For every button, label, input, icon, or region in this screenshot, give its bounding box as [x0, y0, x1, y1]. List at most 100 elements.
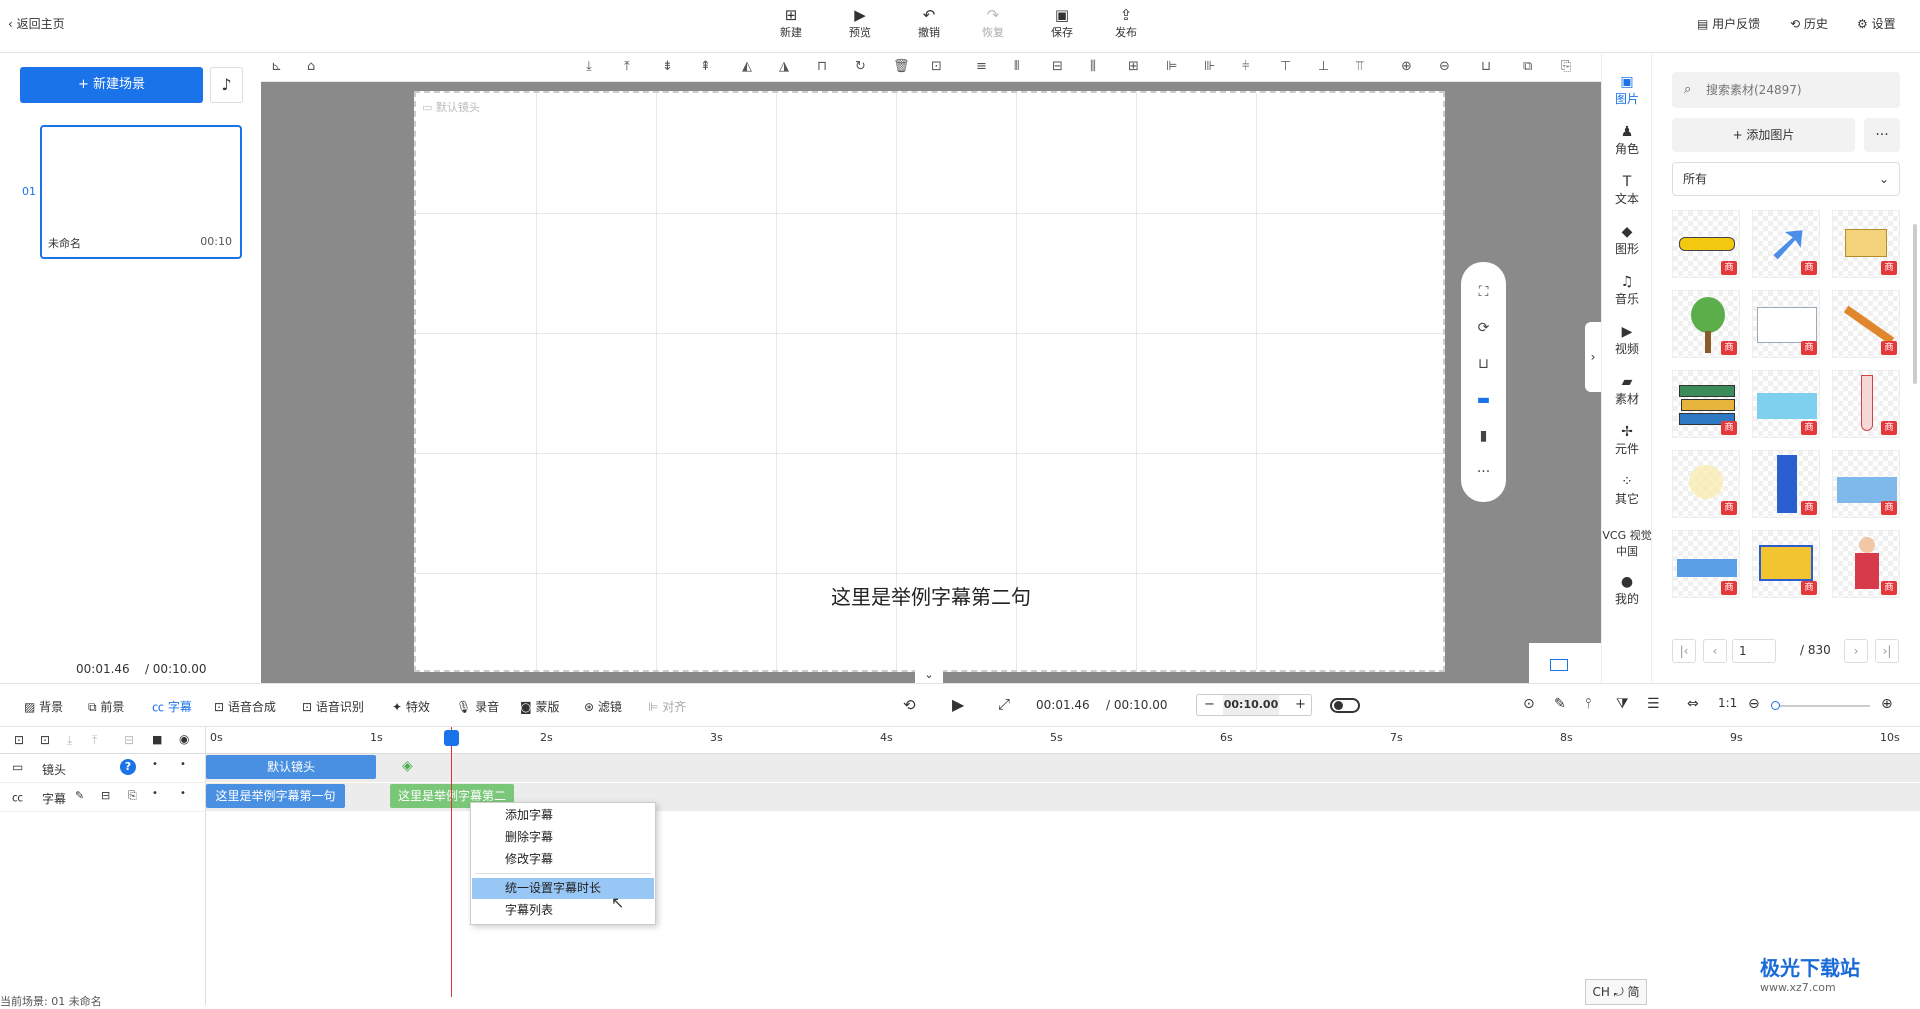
new-scene-button[interactable]: + 新建场景	[20, 67, 203, 103]
category-text[interactable]: T 文本	[1602, 174, 1652, 207]
category-images[interactable]: ▣ 图片	[1602, 74, 1652, 107]
move-down-icon[interactable]: ⤓	[67, 733, 72, 748]
dot-icon[interactable]: •	[180, 788, 186, 799]
folder-icon[interactable]: ⊡	[40, 733, 50, 747]
plus-icon[interactable]: +	[1295, 697, 1306, 712]
asset-thumbnail[interactable]: 商	[1752, 290, 1820, 358]
fit-width-icon[interactable]: ⇔	[1687, 696, 1699, 712]
tool-record[interactable]: 🎙 录音	[456, 698, 499, 715]
zoom-out-icon[interactable]: ⊖	[1748, 696, 1760, 712]
lock-icon[interactable]: ■	[152, 733, 162, 746]
playhead[interactable]	[451, 727, 452, 997]
redo-button[interactable]: ↷ 恢复	[971, 6, 1015, 40]
align-left-icon[interactable]: ⊫	[1166, 59, 1177, 74]
music-note-icon[interactable]: ♪	[210, 67, 243, 103]
rotate-icon[interactable]: ↻	[855, 59, 866, 74]
asset-thumbnail[interactable]: 商	[1832, 530, 1900, 598]
collapse-panel-button[interactable]: ›	[1585, 322, 1601, 392]
tool-background[interactable]: ▨ 背景	[24, 698, 63, 715]
add-folder-icon[interactable]: ⊡	[14, 733, 24, 747]
subtitle-text[interactable]: 这里是举例字幕第二句	[261, 581, 1601, 610]
subtitle-clip[interactable]: 这里是举例字幕第一句	[206, 784, 345, 808]
camera-snapshot-icon[interactable]: ⊙	[1523, 696, 1535, 712]
category-music[interactable]: ♫ 音乐	[1602, 274, 1652, 307]
layer-icon[interactable]: ⊾	[271, 59, 282, 74]
unlock-icon[interactable]: ⊔	[1461, 356, 1506, 372]
track-header-subtitle[interactable]: ㏄ 字幕 ✎ ⊟ ⎘ • •	[0, 783, 206, 812]
scene-card[interactable]: 未命名 00:10	[40, 125, 242, 259]
prev-page-button[interactable]: ‹	[1703, 639, 1727, 663]
menu-item-subtitle-list[interactable]: 字幕列表	[472, 900, 654, 921]
move-bottom-icon[interactable]: ⤓	[586, 59, 592, 74]
unlock-icon[interactable]: ⊔	[1481, 59, 1491, 74]
minimap[interactable]	[1529, 643, 1601, 683]
zoom-in-icon[interactable]: ⊕	[1401, 59, 1412, 74]
save-button[interactable]: ▣ 保存	[1040, 6, 1084, 40]
fit-screen-icon[interactable]: ⛶	[1461, 284, 1506, 300]
next-page-button[interactable]: ›	[1844, 639, 1868, 663]
landscape-icon[interactable]: ▬	[1461, 392, 1506, 408]
tool-mask[interactable]: ◙ 蒙版	[520, 698, 559, 715]
new-button[interactable]: ⊞ 新建	[769, 6, 813, 40]
dot-icon[interactable]: •	[152, 788, 158, 799]
asset-thumbnail[interactable]: 商	[1752, 450, 1820, 518]
time-ruler[interactable]: 0s 1s 2s 3s 4s 5s 6s 7s 8s 9s 10s	[206, 727, 1920, 754]
category-other[interactable]: ⁘ 其它	[1602, 474, 1652, 507]
eye-icon[interactable]: ◉	[179, 732, 189, 746]
lock-icon[interactable]: ⊓	[817, 59, 827, 74]
asset-thumbnail[interactable]: 商	[1832, 210, 1900, 278]
flip-horizontal-icon[interactable]: ◭	[742, 59, 752, 74]
search-input[interactable]	[1672, 72, 1900, 108]
more-options-icon[interactable]: ···	[1864, 118, 1900, 152]
asset-filter-select[interactable]: 所有 ⌄	[1672, 162, 1900, 196]
first-page-button[interactable]: |‹	[1672, 639, 1696, 663]
zoom-out-icon[interactable]: ⊖	[1439, 59, 1450, 74]
align-vertical-icon[interactable]: ⫼	[1090, 59, 1096, 74]
category-vcg[interactable]: VCG 视觉中国	[1602, 527, 1652, 559]
asset-thumbnail[interactable]: 商	[1832, 290, 1900, 358]
paste-icon[interactable]: ⎘	[1561, 59, 1571, 74]
settings-sliders-icon[interactable]: ☰	[1647, 696, 1660, 712]
add-image-button[interactable]: + 添加图片	[1672, 118, 1855, 152]
asset-thumbnail[interactable]: 商	[1832, 450, 1900, 518]
move-up-icon[interactable]: ⤒	[92, 733, 97, 748]
home-icon[interactable]: ⌂	[307, 59, 315, 74]
align-right-icon[interactable]: ⊪	[1204, 59, 1215, 74]
minus-icon[interactable]: −	[1204, 697, 1215, 712]
help-icon[interactable]: ?	[120, 759, 136, 775]
preview-button[interactable]: ▶ 预览	[838, 6, 882, 40]
delete-icon[interactable]: ⊟	[124, 733, 134, 747]
menu-item-add-subtitle[interactable]: 添加字幕	[472, 805, 654, 826]
tool-tts[interactable]: ⊡ 语音合成	[214, 698, 276, 715]
asset-thumbnail[interactable]: 商	[1672, 290, 1740, 358]
menu-item-delete-subtitle[interactable]: 删除字幕	[472, 827, 654, 848]
feedback-button[interactable]: ▤ 用户反馈	[1697, 15, 1760, 32]
move-down-icon[interactable]: ⇟	[662, 59, 673, 74]
dot-icon[interactable]: •	[152, 759, 158, 770]
focus-icon[interactable]: ⊡	[931, 59, 942, 74]
publish-button[interactable]: ⇪ 发布	[1104, 6, 1148, 40]
asset-thumbnail[interactable]: 商	[1672, 210, 1740, 278]
toggle-switch[interactable]	[1330, 698, 1360, 713]
asset-thumbnail[interactable]: 商	[1832, 370, 1900, 438]
asset-thumbnail[interactable]: 商	[1672, 370, 1740, 438]
actual-size-icon[interactable]: 1:1	[1718, 696, 1737, 710]
edit-icon[interactable]: ✎	[1554, 696, 1566, 712]
align-top-icon[interactable]: ⊤	[1280, 59, 1291, 74]
tool-align[interactable]: ⊫ 对齐	[648, 698, 686, 715]
menu-item-set-subtitle-duration[interactable]: 统一设置字幕时长	[472, 878, 654, 899]
playhead-handle[interactable]	[444, 730, 459, 746]
filter-funnel-icon[interactable]: ⧩	[1616, 696, 1629, 712]
zoom-slider[interactable]	[1771, 701, 1870, 710]
keyframe-icon[interactable]: ◈	[402, 758, 413, 774]
category-components[interactable]: ✢ 元件	[1602, 424, 1652, 457]
expand-timeline-button[interactable]: ⌄	[915, 666, 943, 683]
undo-button[interactable]: ↶ 撤销	[907, 6, 951, 40]
copy-icon[interactable]: ⧉	[1523, 59, 1532, 74]
delete-icon[interactable]: 🗑	[893, 59, 910, 74]
play-icon[interactable]: ▶	[952, 695, 964, 714]
duration-value[interactable]: 00:10.00	[1223, 695, 1279, 715]
trash-icon[interactable]: ⊟	[101, 789, 110, 802]
menu-item-edit-subtitle[interactable]: 修改字幕	[472, 849, 654, 870]
move-up-icon[interactable]: ⇞	[700, 59, 711, 74]
